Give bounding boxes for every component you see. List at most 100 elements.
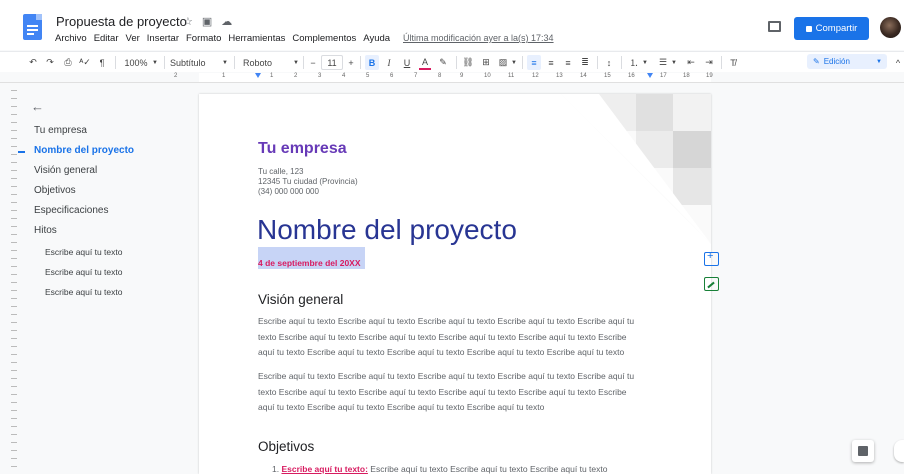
selected-date-highlight[interactable]: 4 de septiembre del 20XX (258, 247, 365, 269)
style-select[interactable]: Subtítulo (170, 55, 210, 70)
top-bar: Propuesta de proyecto ☆ ▣ ☁ Archivo Edit… (0, 0, 904, 50)
back-arrow-icon[interactable]: ← (31, 99, 44, 114)
collapse-menus-icon[interactable]: ^ (893, 55, 903, 70)
highlight-pen-icon[interactable]: ✎ (437, 55, 449, 70)
list-rest: Escribe aquí tu texto Escribe aquí tu te… (370, 464, 608, 474)
paragraph[interactable]: Escribe aquí tu texto Escribe aquí tu te… (258, 369, 642, 416)
menu-archivo[interactable]: Archivo (55, 33, 87, 44)
divider (721, 56, 722, 69)
ruler-number: 4 (342, 73, 346, 79)
last-edit-link[interactable]: Última modificación ayer a la(s) 17:34 (403, 33, 554, 43)
zoom-select[interactable]: 100% (121, 55, 151, 70)
menu-formato[interactable]: Formato (186, 33, 221, 44)
outline-item-objetivos[interactable]: Objetivos (34, 185, 76, 196)
side-panel-toggle[interactable] (894, 440, 904, 462)
move-folder-icon[interactable]: ▣ (202, 15, 212, 28)
horizontal-ruler[interactable]: 2 1 1 2 3 4 5 6 7 8 9 10 11 12 13 14 15 … (0, 72, 904, 83)
paragraph[interactable]: Escribe aquí tu texto Escribe aquí tu te… (258, 314, 642, 361)
divider (115, 56, 116, 69)
menu-ver[interactable]: Ver (126, 33, 140, 44)
font-size-decrease-button[interactable]: − (308, 55, 318, 70)
outline-item-tu-empresa[interactable]: Tu empresa (34, 125, 87, 136)
menu-editar[interactable]: Editar (94, 33, 119, 44)
clear-formatting-icon[interactable]: T̸ (727, 55, 739, 70)
paint-format-icon[interactable]: ¶ (96, 55, 108, 70)
ruler-number: 8 (438, 73, 442, 79)
align-justify-icon[interactable]: ≣ (579, 55, 591, 70)
menu-complementos[interactable]: Complementos (292, 33, 356, 44)
ruler-number: 10 (484, 73, 491, 79)
outline-item-hitos[interactable]: Hitos (34, 225, 57, 236)
ruler-number: 1 (222, 73, 226, 79)
print-icon[interactable]: ⎙ (62, 55, 74, 70)
text-color-button[interactable]: A (419, 55, 431, 70)
decorative-pattern (561, 94, 711, 244)
ruler-number: 6 (390, 73, 394, 79)
menu-herramientas[interactable]: Herramientas (228, 33, 285, 44)
insert-image-icon[interactable]: ▨ (497, 55, 509, 70)
list-number: 1. (272, 464, 280, 474)
redo-icon[interactable]: ↷ (44, 55, 56, 70)
editing-mode-select[interactable]: ✎ Edición ▼ (807, 54, 887, 69)
phone-line[interactable]: (34) 000 000 000 (258, 187, 319, 196)
menu-insertar[interactable]: Insertar (147, 33, 179, 44)
avatar[interactable] (880, 17, 901, 38)
comment-history-icon[interactable] (768, 21, 781, 32)
document-title[interactable]: Propuesta de proyecto (56, 14, 187, 29)
add-comment-button[interactable] (704, 250, 719, 266)
align-center-icon[interactable]: ≡ (545, 55, 557, 70)
editing-mode-label: Edición (823, 57, 850, 66)
outline-subitem[interactable]: Escribe aquí tu texto (45, 267, 123, 277)
cloud-status-icon[interactable]: ☁ (221, 15, 232, 28)
bold-button[interactable]: B (365, 55, 379, 70)
link-icon[interactable]: ⛓ (462, 55, 474, 70)
outline-item-nombre-del-proyecto[interactable]: Nombre del proyecto (34, 145, 134, 156)
line-spacing-icon[interactable]: ↕ (603, 55, 615, 70)
align-left-icon[interactable]: ≡ (527, 55, 541, 70)
project-title[interactable]: Nombre del proyecto (257, 214, 517, 246)
list-item[interactable]: 1. Escribe aquí tu texto: Escribe aquí t… (272, 462, 652, 474)
address-line[interactable]: 12345 Tu ciudad (Provincia) (258, 177, 358, 186)
ruler-number: 1 (270, 73, 274, 79)
suggest-edit-button[interactable] (704, 277, 719, 291)
font-size-increase-button[interactable]: + (346, 55, 356, 70)
outline-item-especificaciones[interactable]: Especificaciones (34, 205, 108, 216)
chevron-down-icon: ▼ (671, 59, 677, 66)
ruler-number: 13 (556, 73, 563, 79)
add-comment-icon[interactable]: ⊞ (480, 55, 492, 70)
italic-button[interactable]: I (383, 55, 395, 70)
project-date: 4 de septiembre del 20XX (258, 258, 361, 268)
outline-subitem[interactable]: Escribe aquí tu texto (45, 287, 123, 297)
docs-logo-icon[interactable] (23, 14, 42, 40)
ruler-number: 9 (460, 73, 464, 79)
left-indent-marker[interactable] (255, 73, 261, 78)
explore-button[interactable] (852, 440, 874, 462)
right-indent-marker[interactable] (647, 73, 653, 78)
company-name[interactable]: Tu empresa (258, 140, 347, 158)
heading-vision-general[interactable]: Visión general (258, 292, 343, 307)
align-right-icon[interactable]: ≡ (562, 55, 574, 70)
font-size-input[interactable]: 11 (321, 55, 343, 70)
document-page[interactable]: Tu empresa Tu calle, 123 12345 Tu ciudad… (199, 94, 711, 474)
active-indicator (18, 151, 25, 153)
font-select[interactable]: Roboto (243, 55, 283, 70)
ruler-number: 12 (532, 73, 539, 79)
title-icons: ☆ ▣ ☁ (183, 15, 232, 28)
increase-indent-icon[interactable]: ⇥ (703, 55, 715, 70)
undo-icon[interactable]: ↶ (27, 55, 39, 70)
outline-subitem[interactable]: Escribe aquí tu texto (45, 247, 123, 257)
spellcheck-icon[interactable]: ᴬ✓ (79, 55, 91, 70)
bulleted-list-icon[interactable]: ☰ (657, 55, 669, 70)
underline-button[interactable]: U (401, 55, 413, 70)
share-button[interactable]: Compartir (794, 17, 869, 40)
outline-item-vision-general[interactable]: Visión general (34, 165, 97, 176)
decrease-indent-icon[interactable]: ⇤ (685, 55, 697, 70)
address-line[interactable]: Tu calle, 123 (258, 167, 304, 176)
numbered-list-icon[interactable]: ⒈ (628, 55, 640, 70)
menu-ayuda[interactable]: Ayuda (363, 33, 390, 44)
ruler-number: 2 (174, 73, 178, 79)
heading-objetivos[interactable]: Objetivos (258, 439, 314, 454)
star-icon[interactable]: ☆ (183, 15, 193, 28)
divider (621, 56, 622, 69)
ruler-number: 18 (683, 73, 690, 79)
